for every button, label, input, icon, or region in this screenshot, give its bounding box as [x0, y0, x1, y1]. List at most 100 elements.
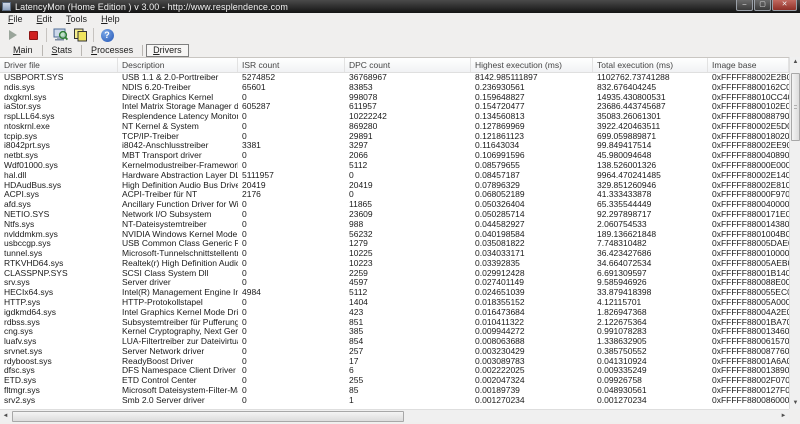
table-row[interactable]: ntoskrnl.exeNT Kernel & System08692800.1… — [0, 122, 789, 132]
table-row[interactable]: ETD.sysETD Control Center02550.002047324… — [0, 376, 789, 386]
table-row[interactable]: srv2.sysSmb 2.0 Server driver010.0012702… — [0, 396, 789, 406]
table-row[interactable]: i8042prt.sysi8042-Anschlusstreiber338132… — [0, 141, 789, 151]
menu-item-file[interactable]: File — [1, 13, 30, 26]
column-header-driver-file[interactable]: Driver file — [0, 58, 118, 72]
column-header-description[interactable]: Description — [118, 58, 238, 72]
help-button[interactable]: ? — [97, 27, 117, 43]
table-row[interactable]: dxgkrnl.sysDirectX Graphics Kernel099807… — [0, 93, 789, 103]
table-row[interactable]: hal.dllHardware Abstraction Layer DLL511… — [0, 171, 789, 181]
cell-total-execution: 7.748310482 — [593, 239, 708, 249]
table-row[interactable]: netbt.sysMBT Transport driver020660.1069… — [0, 151, 789, 161]
tab-drivers[interactable]: Drivers — [146, 44, 189, 57]
vertical-scroll-thumb[interactable] — [791, 73, 800, 141]
cell-dpc-count: 23609 — [345, 210, 471, 220]
cell-highest-execution: 0.001270234 — [471, 396, 593, 406]
cell-driver-file: USBPORT.SYS — [0, 73, 118, 83]
driver-table: Driver fileDescriptionISR countDPC count… — [0, 57, 800, 409]
table-row[interactable]: CLASSPNP.SYSSCSI Class System Dll022590.… — [0, 269, 789, 279]
title-bar[interactable]: LatencyMon (Home Edition ) v 3.00 - http… — [0, 0, 800, 13]
cell-description: Resplendence Latency Monitoring a... — [118, 112, 238, 122]
cell-highest-execution: 0.002047324 — [471, 376, 593, 386]
table-row[interactable]: afd.sysAncillary Function Driver for Win… — [0, 200, 789, 210]
cell-dpc-count: 0 — [345, 190, 471, 200]
scroll-up-icon[interactable]: ▲ — [790, 57, 800, 68]
column-header-total-execution[interactable]: Total execution (ms) — [593, 58, 708, 72]
table-row[interactable]: ACPI.sysACPI-Treiber für NT217600.068052… — [0, 190, 789, 200]
cell-image-base: 0xFFFFF8800102E000 — [708, 102, 789, 112]
cell-total-execution: 1.338632905 — [593, 337, 708, 347]
cell-image-base: 0xFFFFF88000E00000 — [708, 161, 789, 171]
scroll-down-icon[interactable]: ▼ — [790, 398, 800, 409]
cell-highest-execution: 0.024651039 — [471, 288, 593, 298]
cell-dpc-count: 5112 — [345, 288, 471, 298]
table-row[interactable]: cng.sysKernel Cryptography, Next Generat… — [0, 327, 789, 337]
table-row[interactable]: srv.sysServer driver045970.0274011499.58… — [0, 278, 789, 288]
cell-description: Microsoft-Tunnelschnittstellentreiber — [118, 249, 238, 259]
cell-image-base: 0xFFFFF88008776000 — [708, 347, 789, 357]
column-header-highest-execution[interactable]: Highest execution (ms) — [471, 58, 593, 72]
table-row[interactable]: nvlddmkm.sysNVIDIA Windows Kernel Mode D… — [0, 230, 789, 240]
table-row[interactable]: tcpip.sysTCP/IP-Treiber0298910.121861123… — [0, 132, 789, 142]
cell-driver-file: ntoskrnl.exe — [0, 122, 118, 132]
table-row[interactable]: RTKVHD64.sysRealtek(r) High Definition A… — [0, 259, 789, 269]
cell-driver-file: HTTP.sys — [0, 298, 118, 308]
cell-image-base: 0xFFFFF88005AEB000 — [708, 259, 789, 269]
stop-monitor-button[interactable] — [23, 27, 43, 43]
cell-highest-execution: 0.11643034 — [471, 141, 593, 151]
table-row[interactable]: Ntfs.sysNT-Dateisystemtreiber09880.04458… — [0, 220, 789, 230]
stop-icon — [29, 31, 38, 40]
menu-bar: FileEditToolsHelp — [0, 13, 800, 26]
table-row[interactable]: HECIx64.sysIntel(R) Management Engine In… — [0, 288, 789, 298]
table-row[interactable]: NETIO.SYSNetwork I/O Subsystem0236090.05… — [0, 210, 789, 220]
cell-image-base: 0xFFFFF880055EC000 — [708, 288, 789, 298]
cell-dpc-count: 3297 — [345, 141, 471, 151]
cell-dpc-count: 0 — [345, 171, 471, 181]
start-monitor-button[interactable] — [3, 27, 23, 43]
cell-image-base: 0xFFFFF88004089000 — [708, 151, 789, 161]
cell-isr-count: 0 — [238, 318, 345, 328]
tab-main[interactable]: Main — [4, 45, 42, 56]
column-header-isr-count[interactable]: ISR count — [238, 58, 345, 72]
cell-dpc-count: 85 — [345, 386, 471, 396]
table-row[interactable]: usbccgp.sysUSB Common Class Generic Pare… — [0, 239, 789, 249]
table-row[interactable]: rdyboost.sysReadyBoost Driver0170.003089… — [0, 357, 789, 367]
menu-item-help[interactable]: Help — [94, 13, 127, 26]
maximize-icon[interactable]: ▢ — [754, 0, 771, 11]
column-header-dpc-count[interactable]: DPC count — [345, 58, 471, 72]
cell-isr-count: 0 — [238, 366, 345, 376]
table-row[interactable]: HTTP.sysHTTP-Protokollstapel014040.01835… — [0, 298, 789, 308]
table-row[interactable]: igdkmd64.sysIntel Graphics Kernel Mode D… — [0, 308, 789, 318]
tab-stats[interactable]: Stats — [43, 45, 82, 56]
table-row[interactable]: iaStor.sysIntel Matrix Storage Manager d… — [0, 102, 789, 112]
cell-dpc-count: 423 — [345, 308, 471, 318]
table-row[interactable]: ndis.sysNDIS 6.20-Treiber65601838530.236… — [0, 83, 789, 93]
cell-highest-execution: 0.07896329 — [471, 181, 593, 191]
horizontal-scroll-thumb[interactable] — [12, 411, 404, 422]
table-row[interactable]: tunnel.sysMicrosoft-Tunnelschnittstellen… — [0, 249, 789, 259]
table-row[interactable]: srvnet.sysServer Network driver02570.003… — [0, 347, 789, 357]
close-icon[interactable]: ✕ — [772, 0, 797, 11]
cell-total-execution: 0.041310924 — [593, 357, 708, 367]
table-row[interactable]: HDAudBus.sysHigh Definition Audio Bus Dr… — [0, 181, 789, 191]
table-row[interactable]: fltmgr.sysMicrosoft Dateisystem-Filter-M… — [0, 386, 789, 396]
cell-dpc-count: 1404 — [345, 298, 471, 308]
table-row[interactable]: luafv.sysLUA-Filtertreiber zur Dateivirt… — [0, 337, 789, 347]
table-row[interactable]: rdbss.sysSubsystemtreiber für Pufferung … — [0, 318, 789, 328]
cell-isr-count: 0 — [238, 112, 345, 122]
vertical-scrollbar[interactable]: ▲ ▼ — [789, 57, 800, 409]
cell-total-execution: 41.333433878 — [593, 190, 708, 200]
tab-processes[interactable]: Processes — [82, 45, 142, 56]
table-row[interactable]: USBPORT.SYSUSB 1.1 & 2.0-Porttreiber5274… — [0, 73, 789, 83]
horizontal-scrollbar[interactable]: ◄ ► — [0, 409, 789, 422]
window-controls: – ▢ ✕ — [735, 0, 797, 11]
copy-report-button[interactable] — [70, 27, 90, 43]
cell-description: Intel Matrix Storage Manager driver ... — [118, 102, 238, 112]
analyze-button[interactable] — [50, 27, 70, 43]
table-row[interactable]: Wdf01000.sysKernelmodustreiber-Framework… — [0, 161, 789, 171]
minimize-icon[interactable]: – — [736, 0, 753, 11]
table-row[interactable]: dfsc.sysDFS Namespace Client Driver060.0… — [0, 366, 789, 376]
menu-item-tools[interactable]: Tools — [59, 13, 94, 26]
column-header-image-base[interactable]: Image base — [708, 58, 789, 72]
menu-item-edit[interactable]: Edit — [30, 13, 60, 26]
table-row[interactable]: rspLLL64.sysResplendence Latency Monitor… — [0, 112, 789, 122]
